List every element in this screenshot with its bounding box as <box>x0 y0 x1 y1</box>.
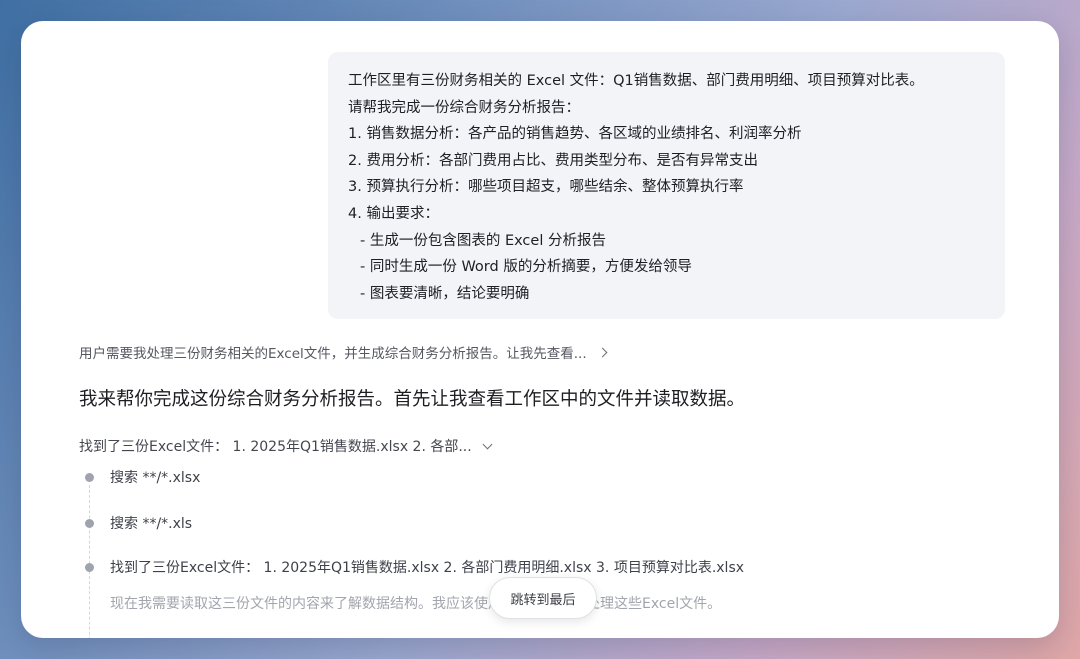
user-message-line: - 同时生成一份 Word 版的分析摘要，方便发给领导 <box>360 259 692 276</box>
thinking-summary-text: 用户需要我处理三份财务相关的Excel文件，并生成综合财务分析报告。让我先查看.… <box>79 346 587 362</box>
tool-group-toggle[interactable]: 找到了三份Excel文件： 1. 2025年Q1销售数据.xlsx 2. 各部.… <box>79 435 493 457</box>
tool-group-summary: 找到了三份Excel文件： 1. 2025年Q1销售数据.xlsx 2. 各部.… <box>79 439 472 455</box>
tool-step-found-files[interactable]: 找到了三份Excel文件： 1. 2025年Q1销售数据.xlsx 2. 各部门… <box>85 557 744 577</box>
step-status-text: 现在我需要读取这三份文件的内容来了解数据结构。我应该使用合适的工具来处理这些Ex… <box>110 596 722 612</box>
chevron-right-icon <box>597 347 608 357</box>
step-label: 找到了三份Excel文件： 1. 2025年Q1销售数据.xlsx 2. 各部门… <box>110 560 745 576</box>
jump-to-end-button[interactable]: 跳转到最后 <box>489 577 597 619</box>
step-label: 搜索 **/*.xlsx <box>110 470 201 486</box>
user-message-line: 1. 销售数据分析：各产品的销售趋势、各区域的业绩排名、利润率分析 <box>348 126 802 143</box>
step-dot-icon <box>85 518 94 528</box>
step-label: 搜索 **/*.xls <box>110 516 193 532</box>
tool-step-search-xls[interactable]: 搜索 **/*.xls <box>85 513 192 533</box>
assistant-reply-text: 我来帮你完成这份综合财务分析报告。首先让我查看工作区中的文件并读取数据。 <box>79 389 746 410</box>
step-dot-icon <box>85 472 94 482</box>
user-message-line: 2. 费用分析：各部门费用占比、费用类型分布、是否有异常支出 <box>348 152 758 169</box>
user-message-line: 4. 输出要求： <box>348 205 439 222</box>
user-message-line: 请帮我完成一份综合财务分析报告： <box>348 99 580 116</box>
chat-window: 工作区里有三份财务相关的 Excel 文件：Q1销售数据、部门费用明细、项目预算… <box>21 21 1059 638</box>
thinking-summary-toggle[interactable]: 用户需要我处理三份财务相关的Excel文件，并生成综合财务分析报告。让我先查看.… <box>79 342 608 362</box>
user-message-line: 3. 预算执行分析：哪些项目超支，哪些结余、整体预算执行率 <box>348 179 744 196</box>
user-message-line: 工作区里有三份财务相关的 Excel 文件：Q1销售数据、部门费用明细、项目预算… <box>348 73 924 89</box>
step-dot-icon <box>85 562 94 572</box>
user-message-line: - 生成一份包含图表的 Excel 分析报告 <box>360 232 606 249</box>
user-message-bubble: 工作区里有三份财务相关的 Excel 文件：Q1销售数据、部门费用明细、项目预算… <box>328 52 1005 319</box>
chevron-down-icon <box>482 439 493 449</box>
tool-step-search-xlsx[interactable]: 搜索 **/*.xlsx <box>85 467 200 487</box>
user-message-line: - 图表要清晰，结论要明确 <box>360 285 530 302</box>
